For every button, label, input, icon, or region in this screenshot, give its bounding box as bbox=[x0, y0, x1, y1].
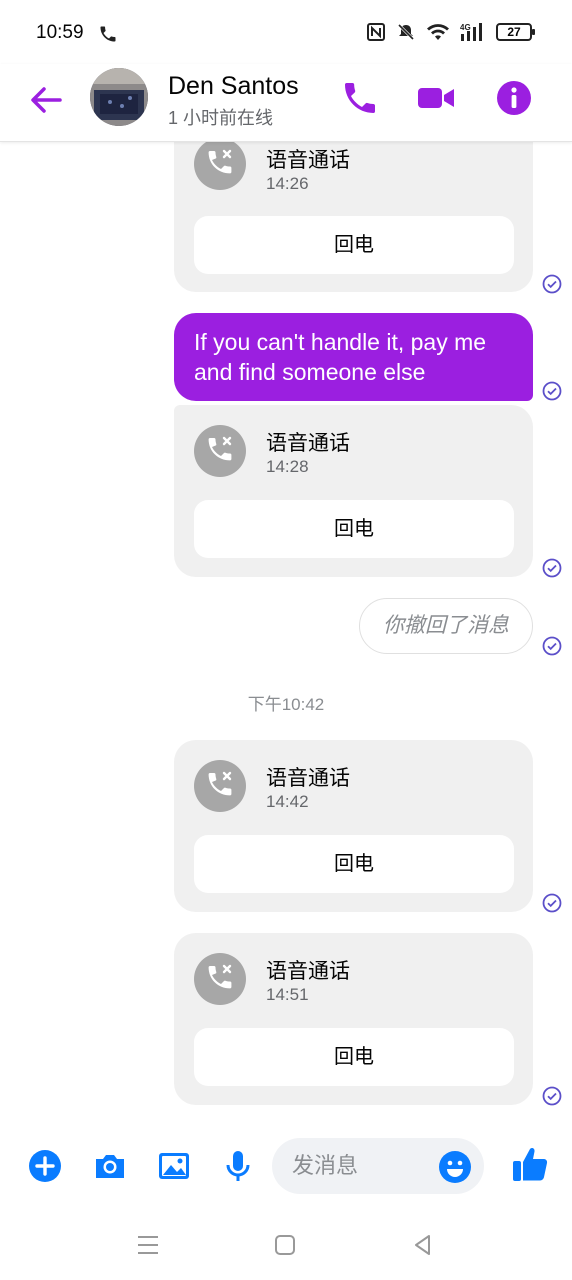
voice-call-icon[interactable] bbox=[340, 78, 380, 118]
signal-icon: 4G bbox=[460, 23, 482, 41]
emoji-icon[interactable] bbox=[438, 1150, 472, 1184]
message-composer: 发消息 bbox=[0, 1130, 572, 1202]
status-time: 10:59 bbox=[36, 22, 84, 43]
contact-status: 1 小时前在线 bbox=[168, 108, 274, 128]
missed-call-card: 语音通话 14:51 回电 bbox=[174, 933, 533, 1105]
call-title: 语音通话 bbox=[266, 960, 350, 983]
avatar[interactable] bbox=[90, 68, 148, 126]
call-title: 语音通话 bbox=[266, 767, 350, 790]
callback-button[interactable]: 回电 bbox=[194, 835, 514, 893]
unsent-message-bubble[interactable]: 你撤回了消息 bbox=[359, 598, 533, 654]
read-check-icon bbox=[542, 558, 562, 578]
mute-bell-icon bbox=[397, 23, 415, 41]
callback-button[interactable]: 回电 bbox=[194, 1028, 514, 1086]
thumbs-up-icon[interactable] bbox=[510, 1144, 550, 1184]
video-call-icon[interactable] bbox=[416, 78, 456, 118]
call-time: 14:42 bbox=[266, 792, 309, 811]
missed-call-icon bbox=[194, 760, 246, 812]
missed-call-card: 语音通话 14:28 回电 bbox=[174, 405, 533, 577]
read-check-icon bbox=[542, 381, 562, 401]
call-time: 14:51 bbox=[266, 985, 309, 1004]
plus-icon[interactable] bbox=[27, 1148, 63, 1184]
read-check-icon bbox=[542, 1086, 562, 1106]
wifi-icon bbox=[427, 24, 449, 40]
status-icons: 4G 27 bbox=[366, 22, 535, 42]
chat-timestamp: 下午10:42 bbox=[247, 695, 325, 714]
call-time: 14:26 bbox=[266, 174, 309, 193]
contact-name[interactable]: Den Santos bbox=[168, 72, 299, 101]
callback-button[interactable]: 回电 bbox=[194, 216, 514, 274]
phone-call-icon bbox=[100, 26, 116, 42]
call-title: 语音通话 bbox=[266, 149, 350, 172]
missed-call-card: 语音通话 14:26 回电 bbox=[174, 120, 533, 292]
system-nav-bar bbox=[0, 1210, 572, 1280]
info-icon[interactable] bbox=[494, 78, 534, 118]
missed-call-card: 语音通话 14:42 回电 bbox=[174, 740, 533, 912]
home-nav-icon[interactable] bbox=[272, 1232, 298, 1258]
back-arrow-icon[interactable] bbox=[26, 80, 66, 120]
svg-text:4G: 4G bbox=[460, 23, 471, 32]
menu-nav-icon[interactable] bbox=[135, 1232, 161, 1258]
callback-button[interactable]: 回电 bbox=[194, 500, 514, 558]
back-nav-icon[interactable] bbox=[410, 1232, 436, 1258]
microphone-icon[interactable] bbox=[220, 1148, 256, 1184]
nfc-icon bbox=[367, 23, 385, 41]
read-check-icon bbox=[542, 274, 562, 294]
read-check-icon bbox=[542, 893, 562, 913]
battery-indicator: 27 bbox=[496, 23, 535, 41]
call-time: 14:28 bbox=[266, 457, 309, 476]
call-title: 语音通话 bbox=[266, 432, 350, 455]
read-check-icon bbox=[542, 636, 562, 656]
gallery-icon[interactable] bbox=[156, 1148, 192, 1184]
camera-icon[interactable] bbox=[92, 1148, 128, 1184]
missed-call-icon bbox=[194, 425, 246, 477]
missed-call-icon bbox=[194, 138, 246, 190]
sent-message-bubble[interactable]: If you can't handle it, pay me and find … bbox=[174, 313, 533, 401]
status-bar: 10:59 4G 27 bbox=[0, 0, 572, 64]
chat-header: Den Santos 1 小时前在线 bbox=[0, 64, 572, 142]
missed-call-icon bbox=[194, 953, 246, 1005]
